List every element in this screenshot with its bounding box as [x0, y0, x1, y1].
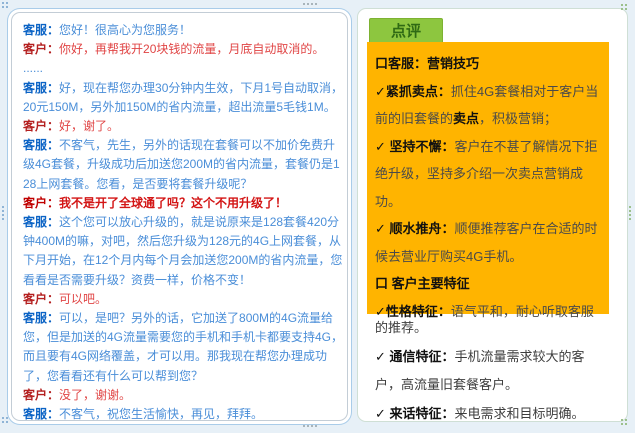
speaker-label: 客户：	[23, 119, 60, 134]
section-title-text: 口 客户主要特征	[375, 276, 470, 291]
item-text: 来电需求和目标明确。	[454, 405, 585, 421]
review-item: ✓紧抓卖点：抓住4G套餐相对于客户当前的旧套餐的卖点，积极营销；	[375, 78, 601, 133]
dialogue-transcript: 客服：您好！很高心为您服务！ 客户：你好，再帮我开20块钱的流量，月底自动取消的…	[12, 13, 347, 428]
speaker-label: 客服：	[23, 138, 60, 153]
item-label: 通信特征：	[389, 348, 455, 364]
dialogue-line-agent: 客服：不客气，先生，另外的话现在套餐可以不加价免费升级4G套餐，升级成功后加送您…	[23, 136, 345, 194]
item-label: 来话特征：	[389, 405, 455, 421]
textbox-handle-left[interactable]	[2, 206, 4, 208]
check-icon: ✓	[375, 221, 390, 236]
item-label: 坚持不懈：	[389, 138, 455, 154]
dialogue-line-agent: 客服：可以，是吧？另外的话，它加送了800M的4G流量给您，但是加送的4G流量需…	[23, 309, 345, 386]
dialogue-line-agent: 客服：这个您可以放心升级的，就是说原来是128套餐420分钟400M的嘛，对吧，…	[23, 213, 345, 290]
textbox-handle-top-left[interactable]	[2, 2, 4, 4]
message-text: ......	[23, 61, 44, 76]
review-item: ✓ 坚持不懈：客户在不甚了解情况下拒绝升级，坚持多介绍一次卖点营销成功。	[375, 133, 601, 216]
speaker-label: 客户：	[23, 42, 60, 57]
dialogue-line-customer-emphasis: 客户：我不是开了全球通了吗？这个不用升级了！	[23, 194, 345, 213]
item-text: 的推荐。	[375, 320, 428, 335]
item-label: 顺水推舟：	[389, 221, 455, 236]
textbox-handle-bottom-left[interactable]	[2, 417, 4, 419]
dialogue-line-customer: 客户：好，谢了。	[23, 117, 345, 136]
review-item: ✓ 通信特征：手机流量需求较大的客户，高流量旧套餐客户。	[375, 343, 597, 400]
speaker-label: 客服：	[23, 407, 60, 422]
review-overflow-section: 的推荐。 ✓ 通信特征：手机流量需求较大的客户，高流量旧套餐客户。 ✓ 来话特征…	[367, 314, 605, 428]
textbox-handle-bottom[interactable]	[303, 425, 305, 427]
check-icon: ✓	[375, 83, 386, 99]
speaker-label: 客服：	[23, 311, 60, 326]
item-bold-text: 卖点	[453, 111, 480, 126]
dialogue-line-customer: 客户：没了，谢谢。	[23, 386, 345, 405]
dialogue-panel: 客服：您好！很高心为您服务！ 客户：你好，再帮我开20块钱的流量，月底自动取消的…	[11, 12, 348, 421]
speaker-label: 客服：	[23, 80, 60, 95]
check-icon: ✓	[375, 348, 390, 364]
message-text: 没了，谢谢。	[59, 387, 132, 402]
item-label: 紧抓卖点：	[385, 83, 451, 99]
review-section-title: 口客服：营销技巧	[375, 50, 601, 78]
message-text: 这个您可以放心升级的，就是说原来是128套餐420分钟400M的嘛，对吧，然后您…	[23, 215, 343, 287]
textbox-handle-right[interactable]	[629, 206, 631, 208]
review-badge: 点评	[369, 18, 443, 45]
review-item: ✓ 来话特征：来电需求和目标明确。	[375, 400, 597, 429]
check-icon: ✓	[375, 138, 390, 154]
section-title-text: 口客服：营销技巧	[375, 56, 480, 71]
message-text: 不客气，先生，另外的话现在套餐可以不加价免费升级4G套餐，升级成功后加送您200…	[23, 138, 340, 191]
review-overflow-text: 的推荐。	[375, 314, 597, 343]
review-section-title: 口 客户主要特征	[375, 270, 601, 298]
message-text: 你好，再帮我开20块钱的流量，月底自动取消的。	[59, 42, 325, 57]
check-icon: ✓	[375, 405, 390, 421]
message-text: 我不是开了全球通了吗？这个不用升级了！	[59, 195, 288, 210]
dialogue-line-agent: 客服：好，现在帮您办理30分钟内生效，下月1号自动取消，20元150M，另外加1…	[23, 79, 345, 117]
review-highlight-box: 口客服：营销技巧 ✓紧抓卖点：抓住4G套餐相对于客户当前的旧套餐的卖点，积极营销…	[367, 42, 609, 319]
dialogue-line-customer: 客户：可以吧。	[23, 290, 345, 309]
textbox-handle-top[interactable]	[303, 3, 305, 5]
message-text: 不客气，祝您生活愉快，再见，拜拜。	[59, 407, 264, 422]
review-item: ✓ 顺水推舟：顺便推荐客户在合适的时候去营业厅购买4G手机。	[375, 215, 601, 270]
slide-canvas: 客服：您好！很高心为您服务！ 客户：你好，再帮我开20块钱的流量，月底自动取消的…	[0, 0, 635, 433]
speaker-label: 客服：	[23, 215, 60, 230]
dialogue-line-agent: 客服：不客气，祝您生活愉快，再见，拜拜。	[23, 405, 345, 424]
review-panel: 点评 口客服：营销技巧 ✓紧抓卖点：抓住4G套餐相对于客户当前的旧套餐的卖点，积…	[357, 8, 628, 422]
message-text: 可以，是吧？另外的话，它加送了800M的4G流量给您，但是加送的4G流量需要您的…	[23, 311, 344, 383]
item-text: ，积极营销；	[479, 111, 558, 126]
speaker-label: 客户：	[23, 291, 60, 306]
textbox-handle-top-right[interactable]	[621, 4, 623, 6]
speaker-label: 客户：	[23, 387, 60, 402]
dialogue-line-customer: 客户：你好，再帮我开20块钱的流量，月底自动取消的。	[23, 40, 345, 59]
message-text: 好，谢了。	[59, 119, 120, 134]
message-text: 好，现在帮您办理30分钟内生效，下月1号自动取消，20元150M，另外加150M…	[23, 80, 344, 114]
dialogue-ellipsis: ......	[23, 59, 345, 78]
speaker-label: 客户：	[23, 195, 60, 210]
dialogue-line-agent: 客服：您好！很高心为您服务！	[23, 21, 345, 40]
textbox-handle-bottom-right[interactable]	[621, 419, 623, 421]
message-text: 您好！很高心为您服务！	[59, 23, 192, 37]
speaker-label: 客服：	[23, 23, 60, 37]
message-text: 可以吧。	[59, 291, 108, 306]
